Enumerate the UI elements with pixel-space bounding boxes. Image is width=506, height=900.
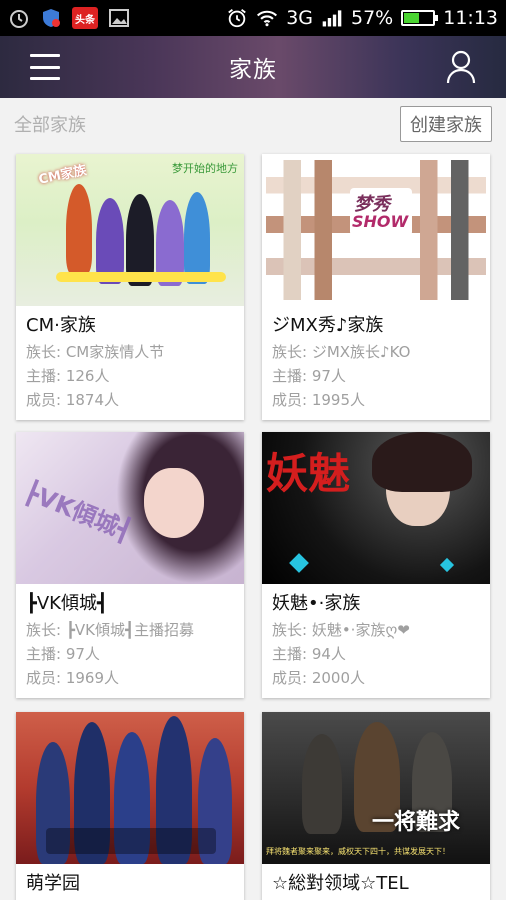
family-thumbnail: CM家族 梦开始的地方	[16, 154, 244, 306]
news-badge-icon: 头条	[72, 7, 98, 29]
user-profile-icon[interactable]	[446, 50, 476, 84]
family-anchors: 主播: 94人	[272, 645, 346, 663]
family-grid: CM家族 梦开始的地方 CM·家族 族长: CM家族情人节 主播: 126人 成…	[0, 152, 506, 900]
family-card[interactable]: 一将難求 拜将魏者聚来聚来，威权天下四十，共谋发展天下！ ☆総對领域☆TEL	[262, 712, 490, 900]
family-anchors: 主播: 97人	[272, 367, 346, 385]
network-type: 3G	[286, 7, 313, 29]
family-name: 妖魅•·家族	[272, 593, 361, 614]
family-name: ジMX秀♪家族	[272, 315, 384, 336]
family-members: 成员: 1874人	[26, 391, 119, 409]
family-thumbnail: 一将難求 拜将魏者聚来聚来，威权天下四十，共谋发展天下！	[262, 712, 490, 864]
thumb-caption: 妖魅	[266, 449, 351, 498]
shield-icon	[40, 7, 62, 29]
family-name: 萌学园	[26, 873, 80, 894]
family-name: ☆総對领域☆TEL	[272, 873, 409, 894]
thumb-caption: 拜将魏者聚来聚来，威权天下四十，共谋发展天下！	[266, 847, 450, 856]
family-anchors: 主播: 126人	[26, 367, 110, 385]
wifi-icon	[256, 7, 278, 29]
thumb-caption: 一将難求	[372, 809, 461, 835]
app-header: 家族	[0, 36, 506, 98]
family-thumbnail: 妖魅	[262, 432, 490, 584]
family-card[interactable]: CM家族 梦开始的地方 CM·家族 族长: CM家族情人节 主播: 126人 成…	[16, 154, 244, 420]
status-bar: 头条 3G 57% 11:13	[0, 0, 506, 36]
signal-icon	[321, 7, 343, 29]
family-card[interactable]: 妖魅 妖魅•·家族 族长: 妖魅•·家族ღ❤ 主播: 94人 成员: 2000人	[262, 432, 490, 698]
battery-percent: 57%	[351, 7, 394, 29]
family-name: ┣VK傾城┫	[26, 593, 108, 614]
alarm-icon	[8, 7, 30, 29]
family-name: CM·家族	[26, 315, 96, 336]
family-thumbnail: 梦秀 SHOW	[262, 154, 490, 306]
family-members: 成员: 1995人	[272, 391, 365, 409]
family-members: 成员: 2000人	[272, 669, 365, 687]
family-anchors: 主播: 97人	[26, 645, 100, 663]
family-card[interactable]: 梦秀 SHOW ジMX秀♪家族 族长: ジMX族长♪KO 主播: 97人 成员:…	[262, 154, 490, 420]
clock: 11:13	[443, 7, 498, 29]
battery-icon	[401, 10, 439, 26]
family-card[interactable]: ┣VK傾城┫ ┣VK傾城┫ 族长: ┣VK傾城┫主播招募 主播: 97人 成员:…	[16, 432, 244, 698]
image-icon	[108, 7, 130, 29]
menu-icon[interactable]	[30, 54, 60, 80]
family-card[interactable]: 萌学园	[16, 712, 244, 900]
family-members: 成员: 1969人	[26, 669, 119, 687]
page-title: 家族	[229, 57, 277, 83]
create-family-button[interactable]: 创建家族	[400, 106, 492, 142]
section-header: 全部家族 创建家族	[0, 98, 506, 150]
thumb-caption: SHOW	[352, 212, 409, 231]
family-leader: 族长: CM家族情人节	[26, 343, 165, 361]
section-title: 全部家族	[14, 115, 86, 136]
family-leader: 族长: ┣VK傾城┫主播招募	[26, 621, 194, 639]
alarm-clock-icon	[226, 7, 248, 29]
family-leader: 族长: ジMX族长♪KO	[272, 343, 411, 361]
family-thumbnail	[16, 712, 244, 864]
family-thumbnail: ┣VK傾城┫	[16, 432, 244, 584]
family-leader: 族长: 妖魅•·家族ღ❤	[272, 621, 410, 639]
thumb-caption: 梦开始的地方	[172, 162, 238, 175]
